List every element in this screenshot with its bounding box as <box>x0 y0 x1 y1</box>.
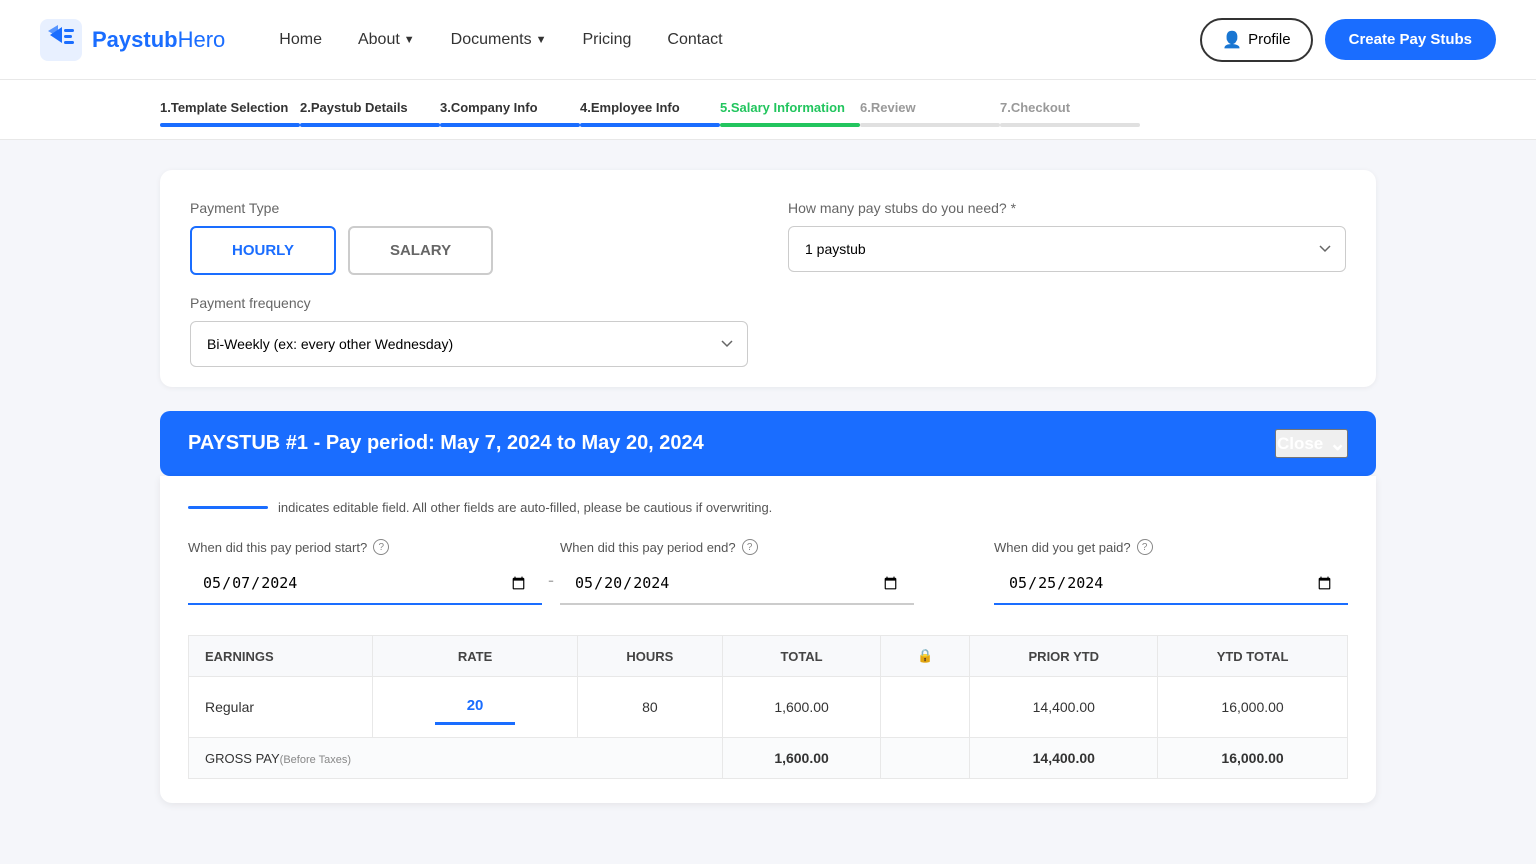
row-hours: 80 <box>577 677 722 738</box>
earnings-table: EARNINGS RATE HOURS TOTAL 🔒 PRIOR YTD YT… <box>188 635 1348 779</box>
table-row: Regular 80 1,600.00 14,400.00 16,000.00 <box>189 677 1348 738</box>
step-2[interactable]: 2.Paystub Details <box>300 100 440 139</box>
payment-frequency-section: Payment frequency Bi-Weekly (ex: every o… <box>190 295 748 367</box>
col-rate: RATE <box>373 636 578 677</box>
user-icon: 👤 <box>1222 30 1242 50</box>
paystubs-count-select[interactable]: 1 paystub 2 paystubs 3 paystubs <box>788 226 1346 272</box>
nav-documents[interactable]: Documents ▼ <box>437 23 561 57</box>
step-6[interactable]: 6.Review <box>860 100 1000 139</box>
logo-text: PaystubHero <box>92 27 225 53</box>
payment-type-label: Payment Type <box>190 200 748 216</box>
create-paystubs-button[interactable]: Create Pay Stubs <box>1325 19 1496 60</box>
paystub-title: PAYSTUB #1 - Pay period: May 7, 2024 to … <box>188 432 704 455</box>
col-lock: 🔒 <box>881 636 970 677</box>
pay-period-start-input[interactable] <box>188 563 542 605</box>
paid-date-input[interactable] <box>994 563 1348 605</box>
step-6-label: 6.Review <box>860 100 916 115</box>
row-ytd-total: 16,000.00 <box>1158 677 1348 738</box>
dates-row: When did this pay period start? ? - When… <box>188 539 1348 605</box>
col-ytd-total: YTD TOTAL <box>1158 636 1348 677</box>
col-hours: HOURS <box>577 636 722 677</box>
paid-date-field: When did you get paid? ? <box>994 539 1348 605</box>
start-date-info-icon[interactable]: ? <box>373 539 389 555</box>
step-6-bar <box>860 123 1000 127</box>
step-1[interactable]: 1.Template Selection <box>160 100 300 139</box>
date-separator: - <box>542 570 560 591</box>
logo[interactable]: PaystubHero <box>40 19 225 61</box>
nav-pricing[interactable]: Pricing <box>568 23 645 57</box>
paystubs-count-label: How many pay stubs do you need? * <box>788 200 1346 216</box>
row-prior-ytd: 14,400.00 <box>970 677 1158 738</box>
step-2-label: 2.Paystub Details <box>300 100 408 115</box>
chevron-down-icon: ⌄ <box>1329 431 1346 456</box>
step-7[interactable]: 7.Checkout <box>1000 100 1140 139</box>
pay-period-end-label: When did this pay period end? ? <box>560 539 914 555</box>
editable-note: indicates editable field. All other fiel… <box>188 500 1348 515</box>
step-2-bar <box>300 123 440 127</box>
step-3-bar <box>440 123 580 127</box>
col-prior-ytd: PRIOR YTD <box>970 636 1158 677</box>
nav-actions: 👤 Profile Create Pay Stubs <box>1200 18 1496 62</box>
pay-period-start-field: When did this pay period start? ? <box>188 539 542 605</box>
hourly-button[interactable]: HOURLY <box>190 226 336 275</box>
gross-pay-label: GROSS PAY(Before Taxes) <box>189 738 723 779</box>
step-5-bar <box>720 123 860 127</box>
step-3-label: 3.Company Info <box>440 100 538 115</box>
paid-date-info-icon[interactable]: ? <box>1137 539 1153 555</box>
lock-icon: 🔒 <box>917 648 933 663</box>
step-3[interactable]: 3.Company Info <box>440 100 580 139</box>
close-paystub-button[interactable]: Close ⌄ <box>1275 429 1348 458</box>
paystub-header: PAYSTUB #1 - Pay period: May 7, 2024 to … <box>160 411 1376 476</box>
step-1-label: 1.Template Selection <box>160 100 288 115</box>
nav-about[interactable]: About ▼ <box>344 23 429 57</box>
nav-links: Home About ▼ Documents ▼ Pricing Contact <box>265 23 1200 57</box>
pay-period-start-label: When did this pay period start? ? <box>188 539 542 555</box>
payment-type-section: Payment Type HOURLY SALARY Payment frequ… <box>190 200 748 367</box>
rate-input[interactable] <box>435 689 515 725</box>
row-rate-cell <box>373 677 578 738</box>
gross-prior-ytd: 14,400.00 <box>970 738 1158 779</box>
gross-total: 1,600.00 <box>722 738 881 779</box>
row-total: 1,600.00 <box>722 677 881 738</box>
nav-contact[interactable]: Contact <box>653 23 736 57</box>
editable-indicator <box>188 506 268 509</box>
profile-button[interactable]: 👤 Profile <box>1200 18 1312 62</box>
about-chevron-icon: ▼ <box>404 34 415 46</box>
col-earnings: EARNINGS <box>189 636 373 677</box>
gross-ytd-total: 16,000.00 <box>1158 738 1348 779</box>
pay-period-end-field: When did this pay period end? ? <box>560 539 914 605</box>
pay-period-end-input[interactable] <box>560 563 914 605</box>
col-total: TOTAL <box>722 636 881 677</box>
paystubs-count-section: How many pay stubs do you need? * 1 pays… <box>788 200 1346 272</box>
step-1-bar <box>160 123 300 127</box>
step-5-label: 5.Salary Information <box>720 100 845 115</box>
gross-lock <box>881 738 970 779</box>
paystub-details-form: Payment Type HOURLY SALARY Payment frequ… <box>160 170 1376 387</box>
row-earnings-label: Regular <box>189 677 373 738</box>
steps-bar: 1.Template Selection 2.Paystub Details 3… <box>0 80 1536 140</box>
step-7-bar <box>1000 123 1140 127</box>
paid-date-label: When did you get paid? ? <box>994 539 1348 555</box>
step-5[interactable]: 5.Salary Information <box>720 100 860 139</box>
paystub-content: indicates editable field. All other fiel… <box>160 476 1376 803</box>
documents-chevron-icon: ▼ <box>536 34 547 46</box>
step-4-label: 4.Employee Info <box>580 100 680 115</box>
salary-button[interactable]: SALARY <box>348 226 493 275</box>
payment-frequency-label: Payment frequency <box>190 295 748 311</box>
step-4[interactable]: 4.Employee Info <box>580 100 720 139</box>
row-lock <box>881 677 970 738</box>
step-4-bar <box>580 123 720 127</box>
end-date-info-icon[interactable]: ? <box>742 539 758 555</box>
gross-pay-row: GROSS PAY(Before Taxes) 1,600.00 14,400.… <box>189 738 1348 779</box>
payment-frequency-select[interactable]: Bi-Weekly (ex: every other Wednesday) We… <box>190 321 748 367</box>
logo-icon <box>40 19 82 61</box>
step-7-label: 7.Checkout <box>1000 100 1070 115</box>
nav-home[interactable]: Home <box>265 23 336 57</box>
